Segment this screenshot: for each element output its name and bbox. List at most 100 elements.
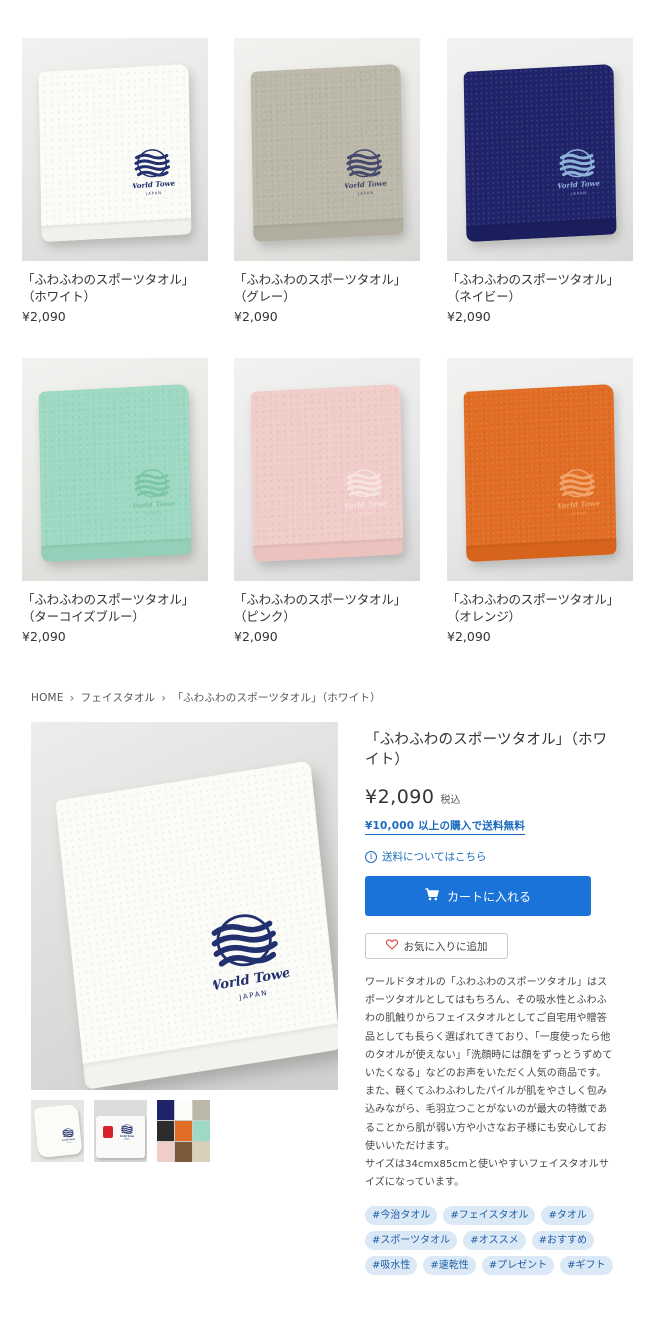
product-image[interactable]: World Towel JAPAN xyxy=(234,358,420,581)
world-towel-logo: World Towel JAPAN xyxy=(341,467,390,523)
svg-text:JAPAN: JAPAN xyxy=(570,190,587,196)
svg-text:World Towel: World Towel xyxy=(130,498,175,510)
product-card[interactable]: World Towel JAPAN 「ふわふわのスポーツタオル」 （ピンク） ¥2,… xyxy=(234,358,420,644)
color-swatch xyxy=(193,1142,210,1162)
product-card[interactable]: World Towel JAPAN 「ふわふわのスポーツタオル」 （オレンジ） ¥2… xyxy=(447,358,633,644)
tag-chip[interactable]: #プレゼント xyxy=(481,1256,555,1276)
tag-chip[interactable]: #フェイスタオル xyxy=(443,1206,536,1226)
product-name-line2: （ネイビー） xyxy=(447,289,521,304)
product-price: ¥2,090 xyxy=(365,786,435,808)
color-swatch xyxy=(193,1100,210,1120)
tag-chip[interactable]: #速乾性 xyxy=(423,1256,476,1276)
product-image[interactable]: World Towel JAPAN xyxy=(447,358,633,581)
svg-text:JAPAN: JAPAN xyxy=(145,190,162,196)
svg-text:JAPAN: JAPAN xyxy=(145,510,162,516)
thumbnail-towel-packaging[interactable]: World Towel JAPAN xyxy=(94,1100,147,1162)
tag-chip[interactable]: #吸水性 xyxy=(365,1256,418,1276)
tag-chip[interactable]: #スポーツタオル xyxy=(365,1231,458,1251)
breadcrumb: HOME › フェイスタオル › 「ふわふわのスポーツタオル」（ホワイト） xyxy=(31,690,381,705)
color-swatch xyxy=(193,1121,210,1141)
shipping-info-label: 送料についてはこちら xyxy=(382,851,487,863)
svg-text:JAPAN: JAPAN xyxy=(357,190,374,196)
svg-text:World Towel: World Towel xyxy=(555,178,600,190)
color-swatch xyxy=(175,1142,192,1162)
cart-icon xyxy=(425,888,439,904)
product-image[interactable]: World Towel JAPAN xyxy=(447,38,633,261)
svg-text:JAPAN: JAPAN xyxy=(570,510,587,516)
product-description: ワールドタオルの「ふわふわのスポーツタオル」はスポーツタオルとしてはもちろん、そ… xyxy=(365,974,616,1192)
product-name-line2: （グレー） xyxy=(234,289,296,304)
product-name[interactable]: 「ふわふわのスポーツタオル」 （グレー） xyxy=(234,271,420,305)
svg-text:JAPAN: JAPAN xyxy=(357,510,374,516)
main-product-image[interactable]: World Towel JAPAN xyxy=(31,722,338,1090)
tag-chip[interactable]: #タオル xyxy=(541,1206,594,1226)
product-name-line2: （ホワイト） xyxy=(22,289,96,304)
color-swatch xyxy=(157,1142,174,1162)
thumbnail-white-towel[interactable]: World Towel JAPAN xyxy=(31,1100,84,1162)
towel-illustration xyxy=(55,760,338,1090)
product-name[interactable]: 「ふわふわのスポーツタオル」 （ネイビー） xyxy=(447,271,633,305)
world-towel-logo: World Towel JAPAN xyxy=(201,906,297,1013)
tax-label: 税込 xyxy=(440,795,461,806)
tag-chip[interactable]: #オススメ xyxy=(463,1231,526,1251)
product-card[interactable]: World Towel JAPAN 「ふわふわのスポーツタオル」 （グレー） ¥2,… xyxy=(234,38,420,324)
product-name-line1: 「ふわふわのスポーツタオル」 xyxy=(234,272,406,287)
product-name[interactable]: 「ふわふわのスポーツタオル」 （ピンク） xyxy=(234,591,420,625)
product-name[interactable]: 「ふわふわのスポーツタオル」 （ホワイト） xyxy=(22,271,208,305)
product-name[interactable]: 「ふわふわのスポーツタオル」 （ターコイズブルー） xyxy=(22,591,208,625)
product-price: ¥2,090 xyxy=(22,309,66,324)
product-image[interactable]: World Towel JAPAN xyxy=(22,38,208,261)
heart-icon xyxy=(385,939,398,953)
world-towel-logo: World Towel JAPAN xyxy=(61,1127,77,1148)
description-paragraph: ワールドタオルの「ふわふわのスポーツタオル」はスポーツタオルとしてはもちろん、そ… xyxy=(365,977,613,1080)
towel-illustration xyxy=(33,1103,83,1159)
shipping-info-link[interactable]: i 送料についてはこちら xyxy=(365,849,615,864)
product-price: ¥2,090 xyxy=(447,629,491,644)
description-paragraph: また、軽くてふわふわしたパイルが肌をやさしく包み込みながら、毛羽立つことがないの… xyxy=(365,1086,608,1152)
breadcrumb-home[interactable]: HOME xyxy=(31,692,64,704)
world-towel-logo: World Towel JAPAN xyxy=(554,147,603,203)
world-towel-logo: World Towel JAPAN xyxy=(129,467,178,523)
product-name-line2: （オレンジ） xyxy=(447,609,521,624)
svg-text:World Towel: World Towel xyxy=(342,178,387,190)
product-name[interactable]: 「ふわふわのスポーツタオル」 （オレンジ） xyxy=(447,591,633,625)
tag-chip[interactable]: #おすすめ xyxy=(531,1231,594,1251)
product-name-line1: 「ふわふわのスポーツタオル」 xyxy=(22,272,194,287)
free-shipping-notice: ¥10,000 以上の購入で送料無料 xyxy=(365,818,526,835)
world-towel-logo: World Towel JAPAN xyxy=(341,147,390,203)
imabari-label-icon xyxy=(103,1126,113,1138)
svg-text:World Towel: World Towel xyxy=(61,1137,76,1142)
product-price: ¥2,090 xyxy=(22,629,66,644)
thumbnail-color-variations[interactable] xyxy=(157,1100,210,1162)
breadcrumb-current: 「ふわふわのスポーツタオル」（ホワイト） xyxy=(172,692,381,704)
svg-text:World Towel: World Towel xyxy=(130,178,175,190)
add-to-favorites-label: お気に入りに追加 xyxy=(403,940,488,953)
product-card[interactable]: World Towel JAPAN 「ふわふわのスポーツタオル」 （ホワイト） ¥2… xyxy=(22,38,208,324)
product-price: ¥2,090 xyxy=(447,309,491,324)
product-image[interactable]: World Towel JAPAN xyxy=(22,358,208,581)
product-card[interactable]: World Towel JAPAN 「ふわふわのスポーツタオル」 （ネイビー） ¥2… xyxy=(447,38,633,324)
description-paragraph: サイズは34cmx85cmと使いやすいフェイスタオルサイズになっています。 xyxy=(365,1159,609,1189)
thumbnail-list: World Towel JAPAN World Towel JAPAN xyxy=(31,1100,210,1162)
product-name-line1: 「ふわふわのスポーツタオル」 xyxy=(22,592,194,607)
color-swatch xyxy=(157,1121,174,1141)
price-row: ¥2,090 税込 xyxy=(365,786,615,808)
world-towel-logo: World Towel JAPAN xyxy=(119,1124,135,1145)
svg-text:JAPAN: JAPAN xyxy=(238,989,269,1002)
tag-chip[interactable]: #ギフト xyxy=(560,1256,613,1276)
color-swatch xyxy=(157,1100,174,1120)
product-name-line1: 「ふわふわのスポーツタオル」 xyxy=(447,272,619,287)
world-towel-logo: World Towel JAPAN xyxy=(554,467,603,523)
add-to-cart-button[interactable]: カートに入れる xyxy=(365,876,591,916)
breadcrumb-category[interactable]: フェイスタオル xyxy=(81,690,156,705)
product-title: 「ふわふわのスポーツタオル」（ホワイト） xyxy=(365,732,608,768)
product-image[interactable]: World Towel JAPAN xyxy=(234,38,420,261)
product-card[interactable]: World Towel JAPAN 「ふわふわのスポーツタオル」 （ターコイズブル… xyxy=(22,358,208,644)
product-name-line2: （ピンク） xyxy=(234,609,296,624)
add-to-favorites-button[interactable]: お気に入りに追加 xyxy=(365,933,508,959)
info-icon: i xyxy=(365,850,377,863)
product-name-line1: 「ふわふわのスポーツタオル」 xyxy=(234,592,406,607)
svg-text:World Towel: World Towel xyxy=(342,498,387,510)
tag-chip[interactable]: #今治タオル xyxy=(365,1206,438,1226)
svg-text:World Towel: World Towel xyxy=(120,1135,134,1138)
